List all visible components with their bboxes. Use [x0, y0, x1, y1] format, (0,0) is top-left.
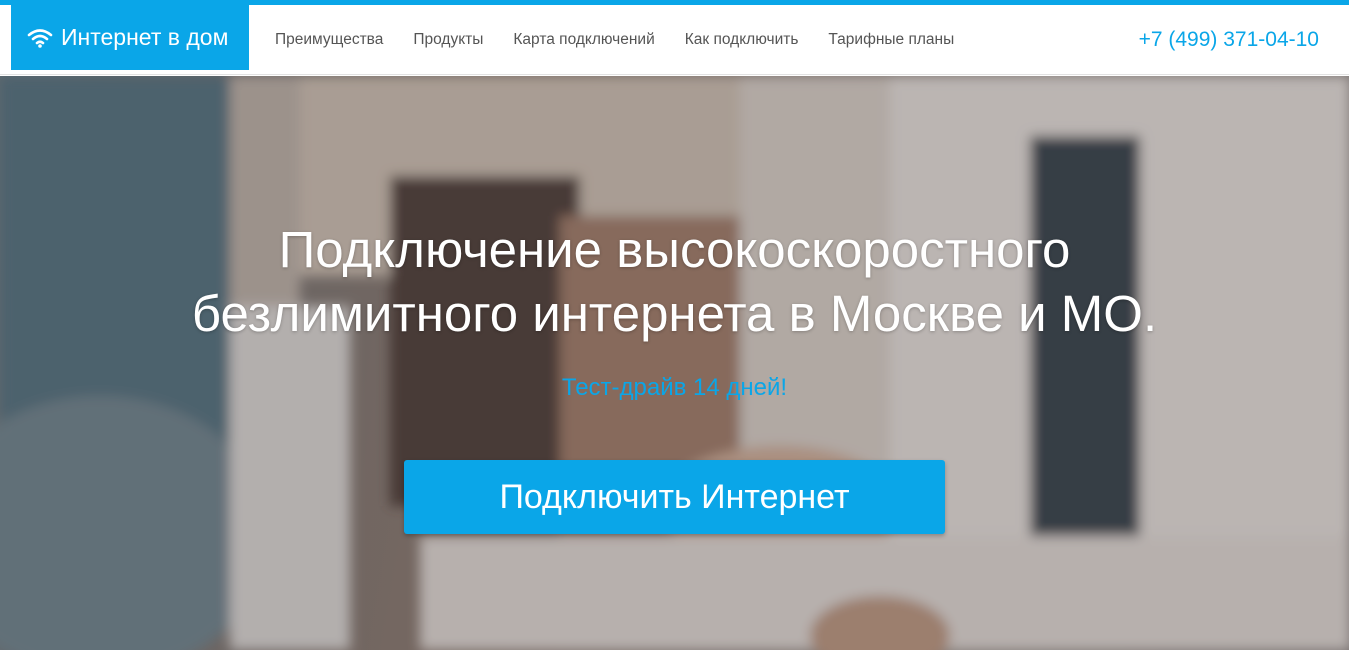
- hero-title: Подключение высокоскоростного безлимитно…: [0, 218, 1349, 346]
- connect-internet-button[interactable]: Подключить Интернет: [404, 460, 945, 534]
- phone-link[interactable]: +7 (499) 371-04-10: [1139, 5, 1319, 75]
- hero-title-line2: безлимитного интернета в Москве и МО.: [191, 285, 1158, 342]
- nav-item-tariff-plans[interactable]: Тарифные планы: [813, 5, 969, 75]
- hero-title-line1: Подключение высокоскоростного: [278, 221, 1071, 278]
- wifi-icon: [27, 28, 53, 48]
- logo-label: Интернет в дом: [61, 24, 229, 50]
- nav-item-products[interactable]: Продукты: [398, 5, 498, 75]
- nav-item-advantages[interactable]: Преимущества: [260, 5, 398, 75]
- site-header: Интернет в дом Преимущества Продукты Кар…: [0, 5, 1349, 75]
- logo[interactable]: Интернет в дом: [11, 5, 249, 70]
- nav-item-how-to-connect[interactable]: Как подключить: [670, 5, 814, 75]
- main-nav: Преимущества Продукты Карта подключений …: [260, 5, 969, 75]
- hero-content: Подключение высокоскоростного безлимитно…: [0, 76, 1349, 650]
- hero-subtitle: Тест-драйв 14 дней!: [561, 374, 788, 401]
- nav-item-coverage-map[interactable]: Карта подключений: [498, 5, 669, 75]
- hero-section: Подключение высокоскоростного безлимитно…: [0, 76, 1349, 650]
